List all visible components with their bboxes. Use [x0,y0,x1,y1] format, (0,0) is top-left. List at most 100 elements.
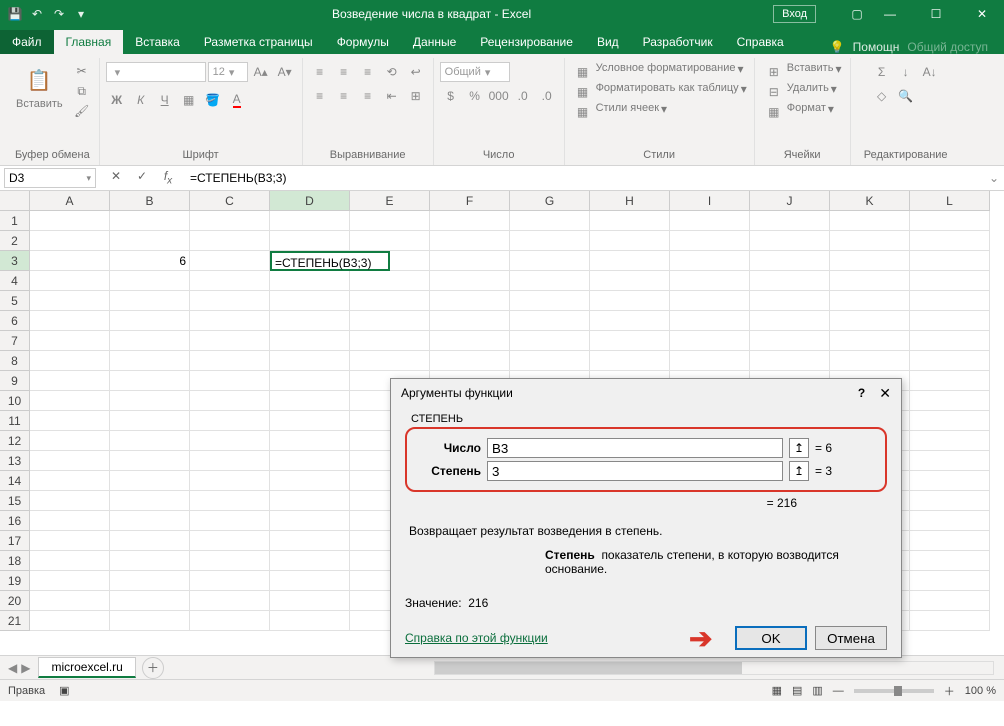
fill-icon[interactable]: ↓ [895,62,917,82]
clear-icon[interactable]: ◇ [871,86,893,106]
cell-J2[interactable] [750,231,830,251]
cell-A1[interactable] [30,211,110,231]
cell-E2[interactable] [350,231,430,251]
cell-A12[interactable] [30,431,110,451]
cell-D4[interactable] [270,271,350,291]
cell-B9[interactable] [110,371,190,391]
tab-data[interactable]: Данные [401,30,468,54]
macro-record-icon[interactable]: ▣ [59,684,69,697]
delete-cells-icon[interactable]: ⊟ [763,82,785,102]
cell-D11[interactable] [270,411,350,431]
cell-styles-icon[interactable]: ▦ [572,102,594,122]
cell-A8[interactable] [30,351,110,371]
copy-icon[interactable]: ⧉ [71,82,93,100]
cell-L8[interactable] [910,351,990,371]
cell-I2[interactable] [670,231,750,251]
cell-C9[interactable] [190,371,270,391]
increase-font-icon[interactable]: A▴ [250,62,272,82]
cell-H7[interactable] [590,331,670,351]
cell-L17[interactable] [910,531,990,551]
enter-formula-icon[interactable]: ✓ [132,169,152,186]
row-header-15[interactable]: 15 [0,491,30,511]
cell-L21[interactable] [910,611,990,631]
cell-L20[interactable] [910,591,990,611]
save-icon[interactable]: 💾 [6,5,24,23]
cell-H4[interactable] [590,271,670,291]
cell-F2[interactable] [430,231,510,251]
cell-A2[interactable] [30,231,110,251]
dec-decimal-icon[interactable]: .0 [536,86,558,106]
insert-cells-icon[interactable]: ⊞ [763,62,785,82]
sheet-prev-icon[interactable]: ◀ [8,661,17,675]
row-header-8[interactable]: 8 [0,351,30,371]
minimize-button[interactable]: ― [868,0,912,28]
row-header-11[interactable]: 11 [0,411,30,431]
cell-A17[interactable] [30,531,110,551]
cell-B1[interactable] [110,211,190,231]
cell-C4[interactable] [190,271,270,291]
orientation-icon[interactable]: ⟲ [381,62,403,82]
dialog-close-icon[interactable]: ✕ [879,385,891,402]
cell-D6[interactable] [270,311,350,331]
border-icon[interactable]: ▦ [178,90,200,110]
inc-decimal-icon[interactable]: .0 [512,86,534,106]
expand-formula-icon[interactable]: ⌄ [984,171,1004,185]
merge-icon[interactable]: ⊞ [405,86,427,106]
undo-icon[interactable]: ↶ [28,5,46,23]
cell-F1[interactable] [430,211,510,231]
wrap-text-icon[interactable]: ↩ [405,62,427,82]
cell-G4[interactable] [510,271,590,291]
cell-I7[interactable] [670,331,750,351]
cell-L2[interactable] [910,231,990,251]
help-link[interactable]: Справка по этой функции [405,631,548,645]
cell-L19[interactable] [910,571,990,591]
cell-C15[interactable] [190,491,270,511]
row-header-16[interactable]: 16 [0,511,30,531]
tell-me-label[interactable]: Помощн [853,40,900,54]
cell-C20[interactable] [190,591,270,611]
view-break-icon[interactable]: ▥ [812,684,822,697]
ok-button[interactable]: OK [735,626,807,650]
share-button[interactable]: Общий доступ [907,40,988,54]
cell-K2[interactable] [830,231,910,251]
cell-K3[interactable] [830,251,910,271]
cell-C13[interactable] [190,451,270,471]
cell-L4[interactable] [910,271,990,291]
tab-review[interactable]: Рецензирование [468,30,585,54]
redo-icon[interactable]: ↷ [50,5,68,23]
cell-C16[interactable] [190,511,270,531]
font-size-combo[interactable]: 12▾ [208,62,248,82]
cell-C18[interactable] [190,551,270,571]
align-mid-icon[interactable]: ≡ [333,62,355,82]
cell-L14[interactable] [910,471,990,491]
cell-B14[interactable] [110,471,190,491]
cell-B11[interactable] [110,411,190,431]
col-header-L[interactable]: L [910,191,990,211]
cell-A9[interactable] [30,371,110,391]
row-header-5[interactable]: 5 [0,291,30,311]
cell-L5[interactable] [910,291,990,311]
cell-A7[interactable] [30,331,110,351]
format-table-icon[interactable]: ▦ [572,82,594,102]
cell-K8[interactable] [830,351,910,371]
fx-icon[interactable]: fx [158,169,178,186]
cell-F6[interactable] [430,311,510,331]
cell-B2[interactable] [110,231,190,251]
sheet-tab[interactable]: microexcel.ru [38,657,135,678]
cell-G5[interactable] [510,291,590,311]
arg2-ref-icon[interactable]: ↥ [789,461,809,481]
cell-I3[interactable] [670,251,750,271]
cancel-formula-icon[interactable]: ✕ [106,169,126,186]
cell-C7[interactable] [190,331,270,351]
cell-L1[interactable] [910,211,990,231]
row-header-2[interactable]: 2 [0,231,30,251]
cell-F3[interactable] [430,251,510,271]
col-header-J[interactable]: J [750,191,830,211]
cell-I8[interactable] [670,351,750,371]
col-header-A[interactable]: A [30,191,110,211]
cell-L18[interactable] [910,551,990,571]
tell-me-icon[interactable]: 💡 [830,40,845,54]
number-format-combo[interactable]: Общий▾ [440,62,510,82]
fill-color-icon[interactable]: 🪣 [202,90,224,110]
cell-D16[interactable] [270,511,350,531]
